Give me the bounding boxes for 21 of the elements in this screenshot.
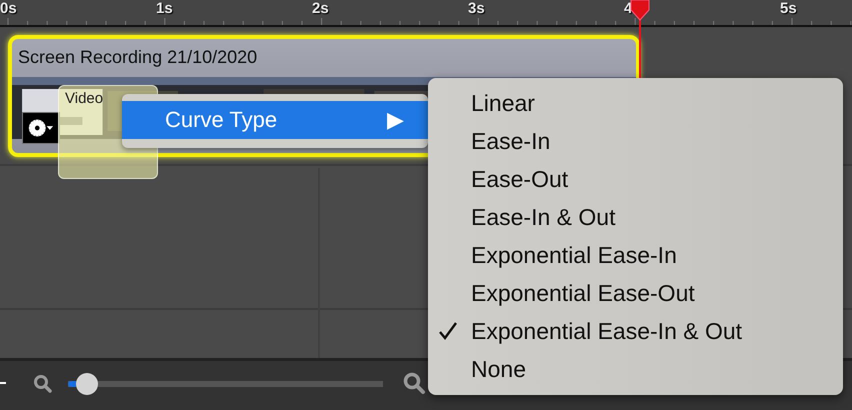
ruler-label: 2s xyxy=(312,0,330,18)
ruler-label: 5s xyxy=(780,0,798,18)
menu-item[interactable]: None xyxy=(428,350,843,388)
slider-thumb[interactable] xyxy=(76,372,98,394)
settings-dropdown-button[interactable] xyxy=(22,112,60,144)
menu-item[interactable]: Curve Type ▶ xyxy=(122,101,428,139)
menu-item[interactable]: Ease-In & Out xyxy=(428,198,843,236)
check-icon xyxy=(438,321,458,341)
ruler-label: 0s xyxy=(0,0,18,18)
clip-title: Screen Recording 21/10/2020 xyxy=(17,46,258,69)
ruler-label: 3s xyxy=(468,0,486,18)
track-label: Video xyxy=(65,90,104,107)
gear-icon xyxy=(27,117,55,139)
menu-item[interactable]: Ease-Out xyxy=(428,160,843,198)
menu-item[interactable]: Exponential Ease-Out xyxy=(428,274,843,312)
zoom-in-icon[interactable] xyxy=(403,372,427,396)
menu-item[interactable]: Exponential Ease-In xyxy=(428,236,843,274)
menu-item[interactable]: Exponential Ease-In & Out xyxy=(428,312,843,350)
zoom-out-icon[interactable] xyxy=(33,374,53,394)
minus-icon[interactable] xyxy=(0,382,6,385)
ruler-label: 1s xyxy=(156,0,174,18)
